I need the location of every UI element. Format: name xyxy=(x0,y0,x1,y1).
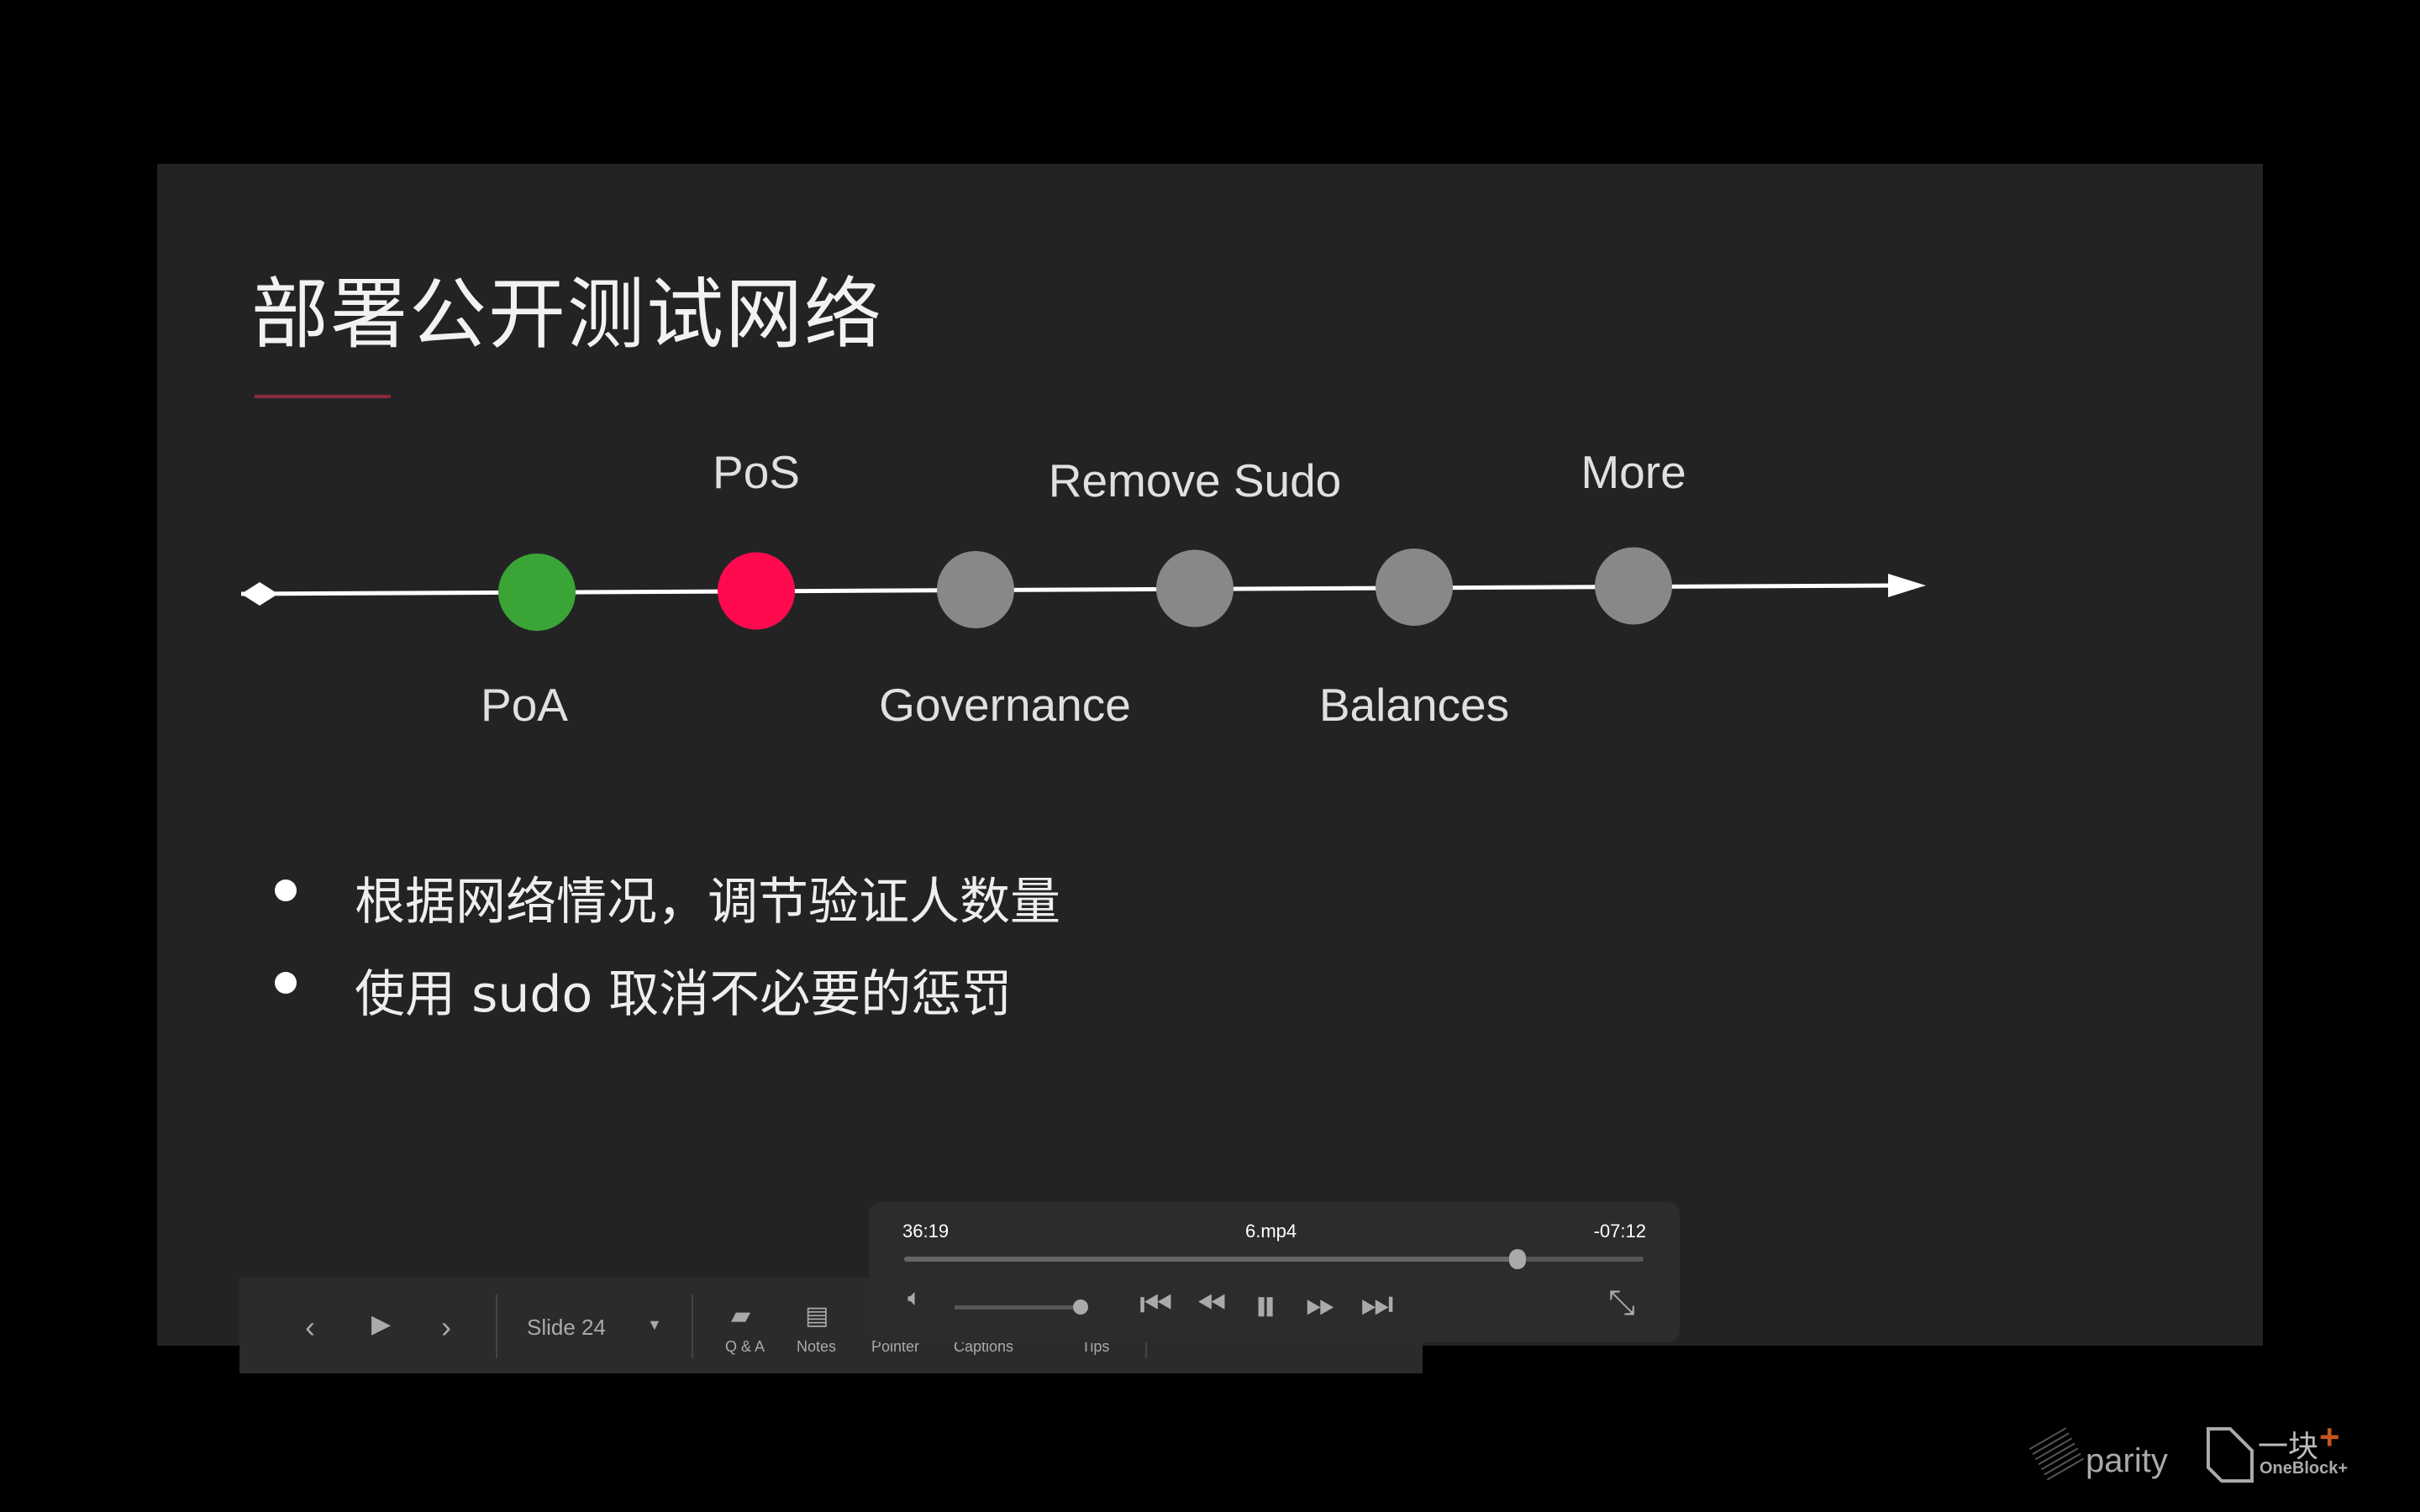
next-slide-button[interactable]: › xyxy=(441,1310,451,1345)
timeline-label: Governance xyxy=(879,679,1131,731)
elapsed-time: 36:19 xyxy=(902,1221,950,1242)
skip-back-icon[interactable]: ⏮︎ xyxy=(1139,1286,1173,1323)
notes-button[interactable]: Notes xyxy=(797,1338,836,1356)
play-button[interactable]: ▶ xyxy=(371,1310,391,1339)
timeline-label: PoS xyxy=(713,446,800,498)
timeline-label: Remove Sudo xyxy=(1048,454,1342,507)
bullet-text: 根据网络情况，调节验证人数量 xyxy=(355,873,1060,932)
bullet-text: 使用 sudo 取消不必要的惩罚 xyxy=(355,965,1013,1024)
skip-forward-icon[interactable]: ⏭︎ xyxy=(1360,1286,1394,1323)
arrow-head-icon xyxy=(1888,574,1926,597)
fast-forward-icon[interactable]: ⏩︎ xyxy=(1306,1286,1335,1323)
oneblock-logo-icon xyxy=(2207,1427,2254,1483)
volume-icon[interactable]: 🔈︎ xyxy=(908,1286,922,1310)
exit-fullscreen-icon[interactable]: ⤡ xyxy=(1608,1286,1635,1320)
timeline-stage-pos xyxy=(718,552,795,630)
parity-logo-icon xyxy=(2028,1427,2085,1481)
volume-slider[interactable] xyxy=(955,1299,1088,1315)
video-filename: 6.mp4 xyxy=(1245,1221,1297,1242)
bullet-item: 根据网络情况，调节验证人数量 xyxy=(275,861,1060,934)
oneblock-logo-text: OneBlock+ xyxy=(2260,1459,2349,1478)
chevron-down-icon[interactable]: ▼ xyxy=(647,1316,662,1334)
parity-logo-text: parity xyxy=(2086,1442,2168,1479)
slide-selector[interactable]: Slide 24 xyxy=(527,1315,606,1341)
previous-slide-button[interactable]: ‹ xyxy=(305,1310,315,1345)
progress-scrubber[interactable] xyxy=(904,1249,1644,1269)
slide: 部署公开测试网络 PoA PoS Governance Remove Sudo Bala… xyxy=(157,164,2348,1483)
rewind-icon[interactable]: ⏪︎ xyxy=(1197,1286,1226,1323)
qa-icon[interactable]: ▰ xyxy=(731,1301,750,1331)
logos: parity 一块 + OneBlock+ xyxy=(2027,1415,2363,1491)
bullet-dot xyxy=(275,879,297,901)
qa-button[interactable]: Q & A xyxy=(725,1338,765,1356)
timeline-stage-governance xyxy=(937,551,1014,628)
remaining-time: -07:12 xyxy=(1593,1221,1646,1242)
video-player-controls: 36:19 6.mp4 -07:12 🔈︎ ⏮︎ ⏪︎ ⏸︎ ⏩︎ ⏭︎ ⤡ xyxy=(869,1202,1680,1342)
notes-icon[interactable]: ▤ xyxy=(805,1301,829,1331)
timeline-label: Balances xyxy=(1318,679,1510,731)
timeline-stage-balances xyxy=(1376,549,1453,626)
timeline-start-diamond xyxy=(241,582,278,606)
timeline-stage-poa xyxy=(498,554,576,631)
bullet-dot xyxy=(275,972,297,994)
pause-icon[interactable]: ⏸︎ xyxy=(1254,1282,1277,1329)
timeline-stage-more xyxy=(1595,547,1672,625)
timeline-stage-remove-sudo xyxy=(1156,549,1234,627)
bullet-item: 使用 sudo 取消不必要的惩罚 xyxy=(275,953,1013,1026)
timeline-label: More xyxy=(1581,446,1686,498)
timeline-label: PoA xyxy=(481,679,568,731)
